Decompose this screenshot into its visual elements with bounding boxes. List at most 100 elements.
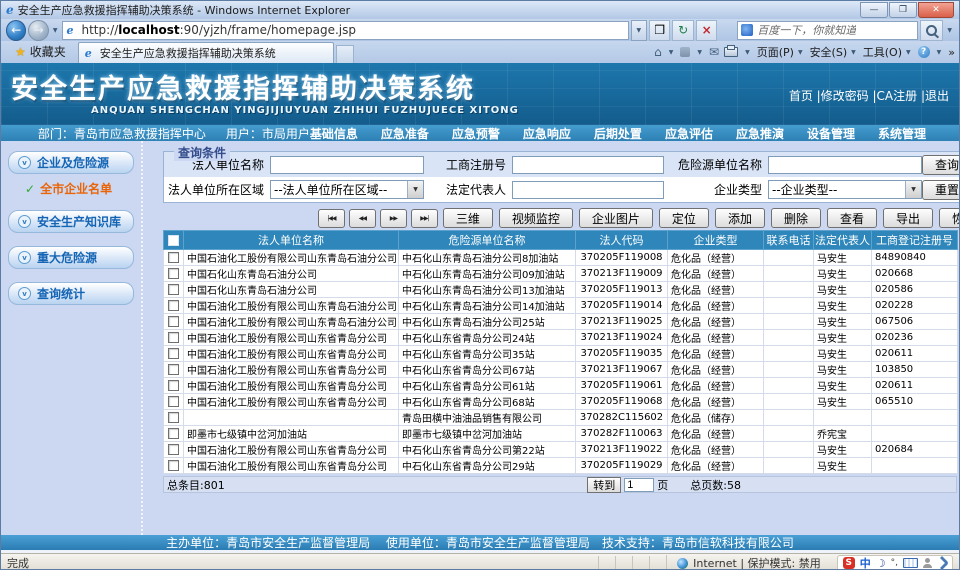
row-checkbox[interactable]	[168, 396, 179, 407]
column-header[interactable]: 法人单位名称	[184, 231, 399, 250]
goto-button[interactable]: 转到	[587, 477, 621, 493]
row-checkbox[interactable]	[168, 252, 179, 263]
row-checkbox[interactable]	[168, 412, 179, 423]
nav-item[interactable]: 后期处置	[594, 125, 642, 142]
favorites-button[interactable]: ★ 收藏夹	[7, 42, 74, 61]
browser-tab[interactable]: e 安全生产应急救援指挥辅助决策系统	[78, 42, 334, 63]
row-checkbox[interactable]	[168, 300, 179, 311]
feed-dropdown-icon[interactable]: ▼	[695, 49, 704, 56]
history-dropdown-icon[interactable]: ▼	[51, 27, 60, 34]
quick-links[interactable]: 首页 |修改密码 |CA注册 |退出	[789, 87, 949, 104]
compatibility-button[interactable]: ❒	[649, 20, 670, 41]
search-options-dropdown-icon[interactable]: ▼	[945, 27, 954, 34]
toolbar-overflow-button[interactable]: »	[948, 46, 955, 59]
toolbar-button[interactable]: 恢复	[939, 208, 960, 228]
moon-icon[interactable]: ☽	[876, 558, 886, 569]
nav-item[interactable]: 设备管理	[807, 125, 855, 142]
row-checkbox[interactable]	[168, 348, 179, 359]
home-dropdown-icon[interactable]: ▼	[667, 49, 676, 56]
region-select[interactable]: --法人单位所在区域-- ▼	[270, 180, 424, 199]
sidebar-item-city-company-list[interactable]: ✓ 全市企业名单	[25, 180, 133, 197]
column-header[interactable]: 危险源单位名称	[399, 231, 576, 250]
tools-menu[interactable]: 工具(O)▼	[863, 44, 913, 60]
reset-button[interactable]: 重置	[922, 180, 960, 200]
search-box[interactable]: 百度一下，你就知道	[737, 21, 918, 40]
sidebar-group-major-hazard[interactable]: v 重大危险源	[8, 246, 134, 269]
pager-nav-button[interactable]: ◀◀	[349, 209, 376, 228]
row-checkbox[interactable]	[168, 380, 179, 391]
sidebar-group-knowledge-base[interactable]: v 安全生产知识库	[8, 210, 134, 233]
column-header[interactable]: 工商登记注册号	[872, 231, 958, 250]
nav-item[interactable]: 应急推演	[736, 125, 784, 142]
address-dropdown-button[interactable]: ▼	[631, 20, 648, 41]
table-row[interactable]: 中国石油化工股份有限公司山东省青岛分公司 中石化山东省青岛分公司68站 3702…	[164, 394, 958, 410]
row-checkbox[interactable]	[168, 428, 179, 439]
forward-button[interactable]: →	[28, 20, 48, 41]
search-go-button[interactable]	[920, 20, 943, 41]
nav-item[interactable]: 应急评估	[665, 125, 713, 142]
keyboard-icon[interactable]	[903, 558, 918, 568]
sogou-icon[interactable]: S	[843, 557, 855, 569]
toolbar-button[interactable]: 三维	[443, 208, 493, 228]
help-dropdown-icon[interactable]: ▼	[935, 49, 944, 56]
column-header[interactable]: 企业类型	[668, 231, 764, 250]
reg-no-input[interactable]	[512, 156, 664, 174]
table-row[interactable]: 中国石油化工股份有限公司山东省青岛分公司 中石化山东省青岛分公司24站 3702…	[164, 330, 958, 346]
close-button[interactable]: ✕	[918, 2, 954, 18]
minimize-button[interactable]: —	[860, 2, 888, 18]
toolbar-button[interactable]: 定位	[659, 208, 709, 228]
ime-punct-icon[interactable]: °,	[891, 558, 898, 568]
column-header[interactable]: 法定代表人	[814, 231, 872, 250]
search-input[interactable]: 百度一下，你就知道	[757, 22, 856, 38]
nav-item[interactable]: 系统管理	[878, 125, 926, 142]
address-bar[interactable]: e http://localhost:90/yjzh/frame/homepag…	[62, 21, 629, 40]
back-button[interactable]: ←	[6, 20, 26, 41]
page-input[interactable]	[624, 478, 654, 492]
column-header[interactable]: 联系电话	[764, 231, 814, 250]
table-row[interactable]: 即墨市七级镇中岔河加油站 即墨市七级镇中岔河加油站 370282F110063 …	[164, 426, 958, 442]
row-checkbox[interactable]	[168, 444, 179, 455]
toolbar-button[interactable]: 添加	[715, 208, 765, 228]
search-button[interactable]: 查询	[922, 155, 960, 175]
nav-item[interactable]: 基础信息	[310, 125, 358, 142]
safety-menu[interactable]: 安全(S)▼	[810, 44, 858, 60]
home-icon[interactable]: ⌂	[654, 46, 662, 58]
row-checkbox[interactable]	[168, 284, 179, 295]
select-all-header[interactable]	[164, 231, 184, 250]
table-row[interactable]: 中国石油化工股份有限公司山东青岛石油分公司 中石化山东青岛石油分公司8加油站 3…	[164, 250, 958, 266]
table-row[interactable]: 中国石化山东青岛石油分公司 中石化山东青岛石油分公司09加油站 370213F1…	[164, 266, 958, 282]
table-row[interactable]: 中国石油化工股份有限公司山东省青岛分公司 中石化山东省青岛分公司61站 3702…	[164, 378, 958, 394]
page-menu[interactable]: 页面(P)▼	[757, 44, 805, 60]
table-row[interactable]: 中国石油化工股份有限公司山东省青岛分公司 中石化山东省青岛分公司35站 3702…	[164, 346, 958, 362]
toolbar-button[interactable]: 企业图片	[579, 208, 653, 228]
refresh-button[interactable]: ↻	[672, 20, 693, 41]
help-icon[interactable]: ?	[918, 46, 930, 58]
sidebar-group-enterprise-hazard[interactable]: v 企业及危险源	[8, 151, 134, 174]
row-checkbox[interactable]	[168, 332, 179, 343]
mail-icon[interactable]: ✉	[709, 46, 719, 58]
wrench-icon[interactable]	[935, 556, 949, 570]
table-row[interactable]: 青岛田横中油油品销售有限公司 370282C115602 危化品（储存）	[164, 410, 958, 426]
person-icon[interactable]	[923, 558, 932, 568]
row-checkbox[interactable]	[168, 364, 179, 375]
table-row[interactable]: 中国石油化工股份有限公司山东青岛石油分公司 中石化山东青岛石油分公司25站 37…	[164, 314, 958, 330]
sidebar-group-query-stats[interactable]: v 查询统计	[8, 282, 134, 305]
pager-nav-button[interactable]: ▶▶	[380, 209, 407, 228]
toolbar-button[interactable]: 导出	[883, 208, 933, 228]
table-row[interactable]: 中国石油化工股份有限公司山东省青岛分公司 中石化山东省青岛分公司29站 3702…	[164, 458, 958, 474]
column-header[interactable]: 法人代码	[576, 231, 668, 250]
table-row[interactable]: 中国石油化工股份有限公司山东青岛石油分公司 中石化山东青岛石油分公司14加油站 …	[164, 298, 958, 314]
pager-nav-button[interactable]: ▶▶|	[411, 209, 438, 228]
ime-cn-icon[interactable]: 中	[860, 555, 871, 570]
nav-item[interactable]: 应急准备	[381, 125, 429, 142]
hazard-name-input[interactable]	[768, 156, 922, 174]
row-checkbox[interactable]	[168, 316, 179, 327]
print-dropdown-icon[interactable]: ▼	[743, 49, 752, 56]
print-icon[interactable]	[724, 47, 738, 57]
nav-item[interactable]: 应急预警	[452, 125, 500, 142]
legal-rep-input[interactable]	[512, 181, 664, 199]
toolbar-button[interactable]: 查看	[827, 208, 877, 228]
table-row[interactable]: 中国石化山东青岛石油分公司 中石化山东青岛石油分公司13加油站 370205F1…	[164, 282, 958, 298]
row-checkbox[interactable]	[168, 268, 179, 279]
maximize-button[interactable]: ❐	[889, 2, 917, 18]
